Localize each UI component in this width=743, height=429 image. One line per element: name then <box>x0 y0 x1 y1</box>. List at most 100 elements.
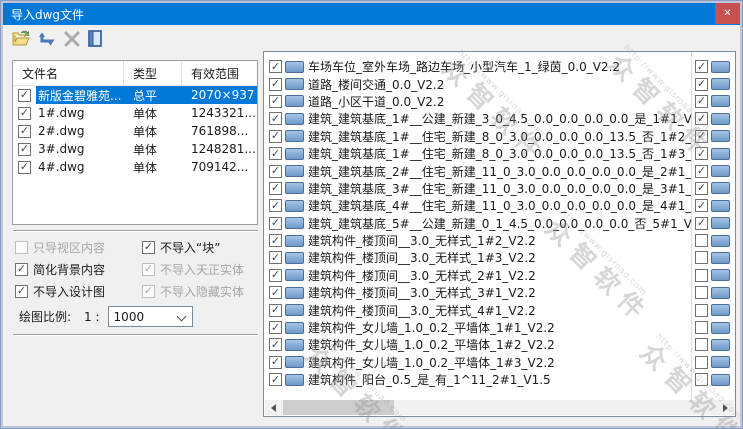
layer-row[interactable]: pla <box>692 249 734 266</box>
layer-checkbox[interactable]: ✓ <box>269 181 282 195</box>
layer-checkbox[interactable]: ✓ <box>695 216 708 230</box>
layer-row[interactable]: 0 <box>692 232 734 249</box>
layer-row[interactable]: ✓室 <box>692 145 734 162</box>
layer-row[interactable]: 16 <box>692 301 734 318</box>
file-checkbox[interactable]: ✓ <box>18 124 31 138</box>
file-row[interactable]: ✓ 1#.dwg 单体 1243321... <box>13 104 257 122</box>
layer-checkbox[interactable]: ✓ <box>269 112 282 126</box>
layer-checkbox[interactable]: ✓ <box>269 147 282 161</box>
layer-row[interactable]: ✓ 车场车位_室外车场_路边车场_小型汽车_1_绿茵_0.0_V2.2 <box>264 58 691 75</box>
layer-checkbox[interactable]: ✓ <box>695 77 708 91</box>
scroll-right-button[interactable] <box>717 400 734 415</box>
layer-row[interactable]: ✓ 建筑_建筑基底_3#__住宅_新建_11_0_3.0_0.0_0.0_0.0_… <box>264 180 691 197</box>
layer-row[interactable]: ✓用 <box>692 162 734 179</box>
layer-checkbox[interactable]: ✓ <box>269 164 282 178</box>
file-row[interactable]: ✓ 3#.dwg 单体 1248281... <box>13 140 257 158</box>
layer-checkbox[interactable] <box>695 234 708 248</box>
layer-row[interactable]: 04 <box>692 336 734 353</box>
layer-row[interactable]: ✓ 建筑_建筑基底_2#__住宅_新建_11_0_3.0_0.0_0.0_0.0_… <box>264 162 691 179</box>
file-checkbox[interactable]: ✓ <box>18 88 31 102</box>
layer-row[interactable]: ✓ 建筑构件_楼顶间__3.0_无样式_4#1_V2.2 <box>264 301 691 318</box>
layer-checkbox[interactable]: ✓ <box>269 286 282 300</box>
layer-checkbox[interactable]: ✓ <box>695 199 708 213</box>
layer-checkbox[interactable]: ✓ <box>269 321 282 335</box>
option-row[interactable]: ✓ 不导入设计图 <box>15 283 105 299</box>
option-row[interactable]: ✓ 不导入“块” <box>142 239 244 255</box>
layer-row[interactable]: ✓ 建筑_建筑基底_5#__公建_新建_0_1_4.5_0.0_0.0_0.0_0… <box>264 215 691 232</box>
layer-row[interactable]: ✓建 <box>692 58 734 75</box>
layer-row[interactable]: ✓建 <box>692 75 734 92</box>
layer-row[interactable]: ✓ 建筑_建筑基底_1#__住宅_新建_8_0_3.0_0.0_0.0_0.0_1… <box>264 128 691 145</box>
scale-combobox[interactable]: 1000 <box>107 306 193 327</box>
layer-checkbox[interactable]: ✓ <box>269 268 282 282</box>
file-checkbox[interactable]: ✓ <box>18 142 31 156</box>
layer-row[interactable]: ✓ 道路_小区干道_0.0_V2.2 <box>264 93 691 110</box>
layer-checkbox[interactable] <box>695 373 708 387</box>
layer-checkbox[interactable]: ✓ <box>695 94 708 108</box>
horizontal-scrollbar[interactable] <box>265 400 734 415</box>
layer-checkbox[interactable] <box>695 251 708 265</box>
scrollbar-thumb[interactable] <box>283 400 394 415</box>
file-checkbox[interactable]: ✓ <box>18 106 31 120</box>
file-checkbox[interactable]: ✓ <box>18 160 31 174</box>
layer-checkbox[interactable] <box>695 355 708 369</box>
layer-checkbox[interactable]: ✓ <box>269 94 282 108</box>
layer-checkbox[interactable]: ✓ <box>269 199 282 213</box>
layer-row[interactable]: ✓ 建筑构件_楼顶间__3.0_无样式_1#3_V2.2 <box>264 249 691 266</box>
scroll-left-button[interactable] <box>265 400 282 415</box>
layer-checkbox[interactable] <box>695 321 708 335</box>
layer-row[interactable]: ✓用 <box>692 180 734 197</box>
layer-row[interactable]: ✓ 建筑构件_女儿墙_1.0_0.2_平墙体_1#3_V2.2 <box>264 354 691 371</box>
file-row[interactable]: ✓ 2#.dwg 单体 761898... <box>13 122 257 140</box>
layer-checkbox[interactable]: ✓ <box>269 60 282 74</box>
layer-checkbox[interactable]: ✓ <box>269 216 282 230</box>
layer-row[interactable]: ✓ 建筑_建筑基底_4#__住宅_新建_11_0_3.0_0.0_0.0_0.0_… <box>264 197 691 214</box>
option-row[interactable]: ✓ 简化背景内容 <box>15 261 105 277</box>
layer-row[interactable]: 17 <box>692 371 734 388</box>
layer-row[interactable]: ✓ 建筑构件_阳台_0.5_是_有_1^11_2#1_V1.5 <box>264 371 691 388</box>
layer-row[interactable]: ✓ 建筑_建筑基底_1#__公建_新建_3_0_4.5_0.0_0.0_0.0_0… <box>264 110 691 127</box>
open-file-button[interactable] <box>10 29 32 51</box>
layer-checkbox[interactable]: ✓ <box>695 129 708 143</box>
layer-checkbox[interactable]: ✓ <box>695 112 708 126</box>
option-checkbox[interactable]: ✓ <box>15 262 28 276</box>
paste-button[interactable] <box>84 29 106 51</box>
layer-row[interactable]: ✓用 <box>692 197 734 214</box>
layer-row[interactable]: ✓ 建筑构件_楼顶间__3.0_无样式_2#1_V2.2 <box>264 267 691 284</box>
layer-row[interactable]: ✓ 道路_楼间交通_0.0_V2.2 <box>264 75 691 92</box>
layer-checkbox[interactable]: ✓ <box>695 164 708 178</box>
layer-checkbox[interactable]: ✓ <box>695 147 708 161</box>
layer-checkbox[interactable]: ✓ <box>269 373 282 387</box>
layer-row[interactable]: 绿 <box>692 354 734 371</box>
layer-checkbox[interactable] <box>695 286 708 300</box>
layer-checkbox[interactable]: ✓ <box>695 181 708 195</box>
file-row[interactable]: ✓ 新版金碧雅苑... 总平 2070×937 <box>13 86 257 104</box>
layer-checkbox[interactable]: ✓ <box>269 234 282 248</box>
layer-row[interactable]: ✓建 <box>692 93 734 110</box>
option-checkbox[interactable]: ✓ <box>142 240 155 254</box>
option-checkbox[interactable]: ✓ <box>15 284 28 298</box>
layer-checkbox[interactable]: ✓ <box>269 129 282 143</box>
layer-row[interactable]: 05 <box>692 267 734 284</box>
layer-row[interactable]: ✓ 建筑构件_女儿墙_1.0_0.2_平墙体_1#2_V2.2 <box>264 336 691 353</box>
layer-row[interactable]: 01 <box>692 284 734 301</box>
layer-row[interactable]: 09 <box>692 319 734 336</box>
layer-checkbox[interactable]: ✓ <box>269 251 282 265</box>
layer-checkbox[interactable]: ✓ <box>269 303 282 317</box>
layer-checkbox[interactable]: ✓ <box>269 77 282 91</box>
layer-checkbox[interactable]: ✓ <box>269 338 282 352</box>
layer-checkbox[interactable] <box>695 268 708 282</box>
layer-row[interactable]: ✓用 <box>692 215 734 232</box>
layer-row[interactable]: ✓ 建筑构件_楼顶间__3.0_无样式_1#2_V2.2 <box>264 232 691 249</box>
layer-row[interactable]: ✓ 建筑构件_楼顶间__3.0_无样式_3#1_V2.2 <box>264 284 691 301</box>
layer-row[interactable]: ✓ 建筑_建筑基底_1#__住宅_新建_8_0_3.0_0.0_0.0_0.0_1… <box>264 145 691 162</box>
layer-checkbox[interactable] <box>695 303 708 317</box>
file-row[interactable]: ✓ 4#.dwg 单体 709142... <box>13 158 257 176</box>
layer-checkbox[interactable] <box>695 338 708 352</box>
layer-row[interactable]: ✓绿 <box>692 110 734 127</box>
undo-button[interactable] <box>36 29 58 51</box>
layer-row[interactable]: ✓室 <box>692 128 734 145</box>
layer-checkbox[interactable]: ✓ <box>695 60 708 74</box>
close-button[interactable]: ✕ <box>715 3 740 24</box>
layer-row[interactable]: ✓ 建筑构件_女儿墙_1.0_0.2_平墙体_1#1_V2.2 <box>264 319 691 336</box>
